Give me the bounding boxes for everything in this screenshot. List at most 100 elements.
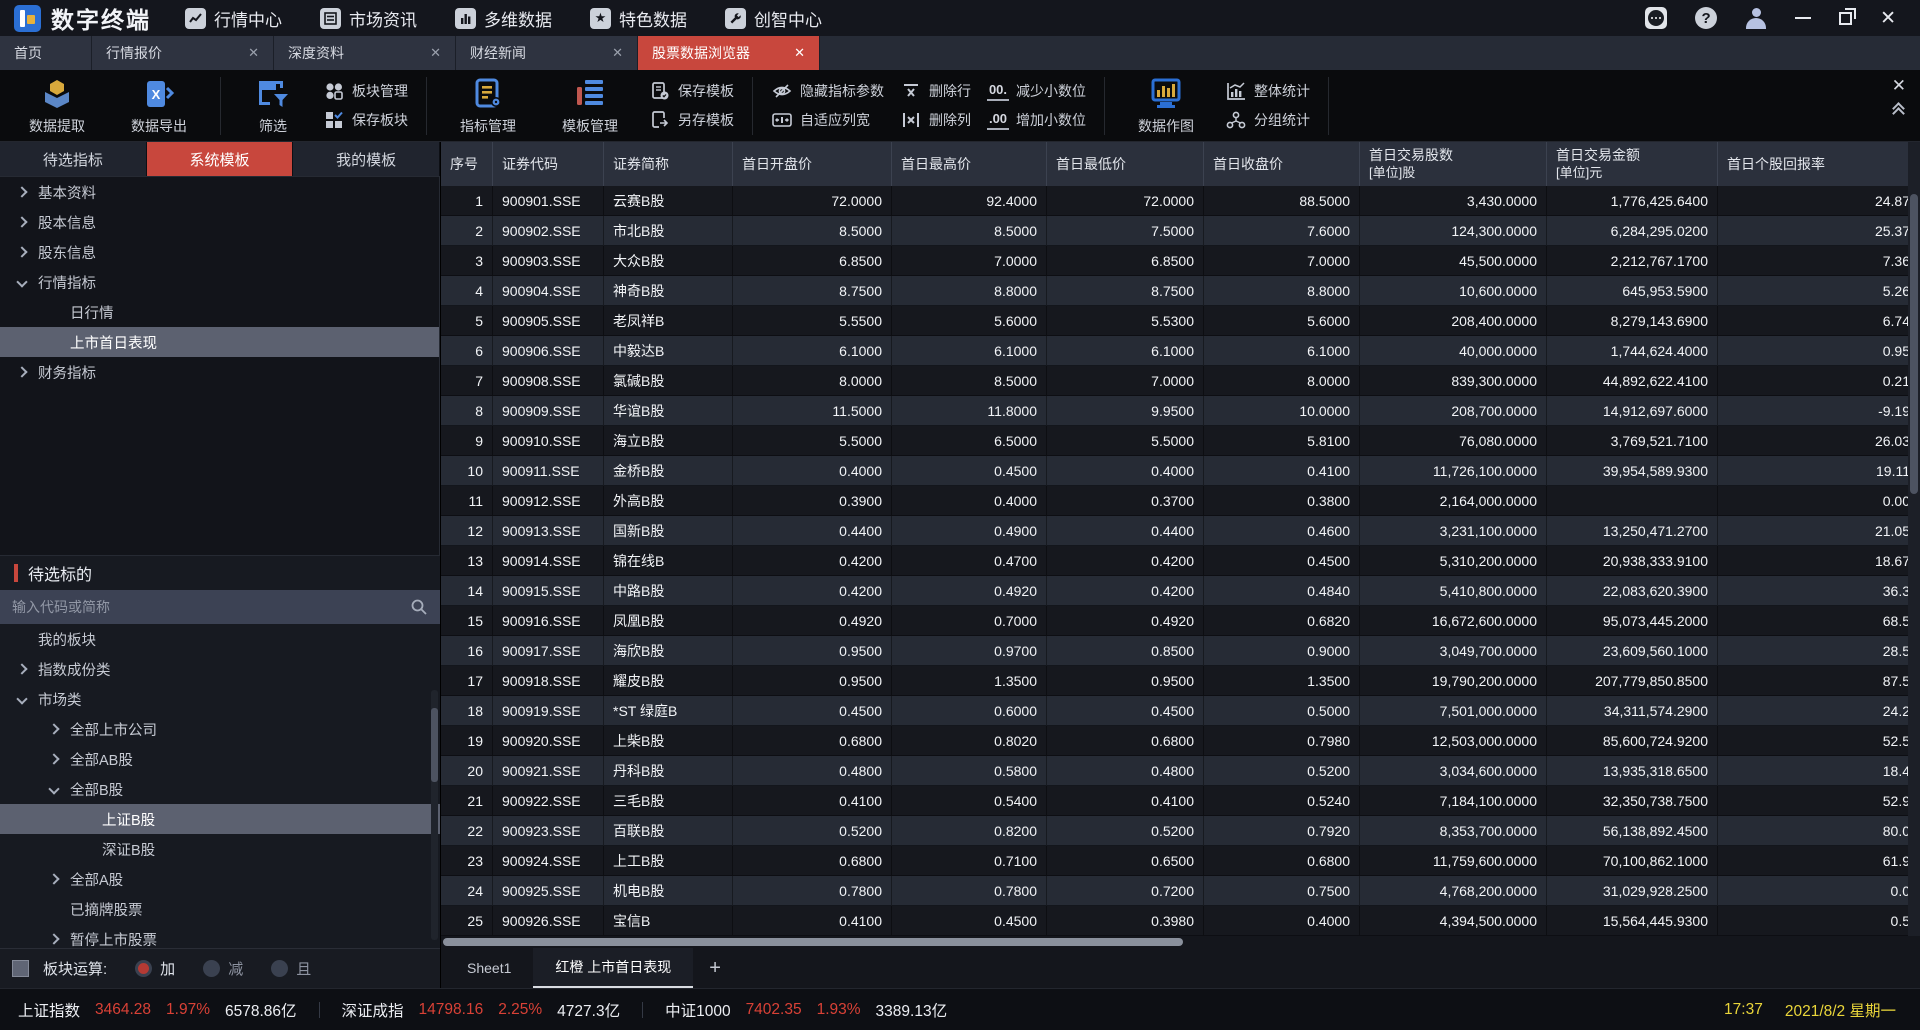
- sheet-tab-1[interactable]: 红橙 上市首日表现: [533, 948, 693, 988]
- sidebar-scrollbar[interactable]: [431, 690, 438, 940]
- minimize-button[interactable]: [1795, 17, 1811, 19]
- table-row[interactable]: 5900905.SSE老凤祥B5.55005.60005.53005.60002…: [441, 306, 1920, 336]
- table-row[interactable]: 11900912.SSE外高B股0.39000.40000.37000.3800…: [441, 486, 1920, 516]
- column-header-3[interactable]: 首日开盘价: [733, 142, 892, 186]
- delete-row-button[interactable]: 删除行: [900, 81, 971, 101]
- table-row[interactable]: 18900919.SSE*ST 绿庭B0.45000.60000.45000.5…: [441, 696, 1920, 726]
- table-row[interactable]: 6900906.SSE中毅达B6.10006.10006.10006.10004…: [441, 336, 1920, 366]
- target-tree-item-2[interactable]: 市场类: [0, 684, 440, 714]
- column-header-9[interactable]: 首日个股回报率: [1718, 142, 1920, 186]
- table-row[interactable]: 23900924.SSE上工B股0.68000.71000.65000.6800…: [441, 846, 1920, 876]
- target-tree-item-3[interactable]: 全部上市公司: [0, 714, 440, 744]
- overall-stats-button[interactable]: 整体统计: [1225, 81, 1310, 101]
- column-header-0[interactable]: 序号: [441, 142, 493, 186]
- table-row[interactable]: 14900915.SSE中路B股0.42000.49200.42000.4840…: [441, 576, 1920, 606]
- vertical-scrollbar[interactable]: [1908, 142, 1920, 936]
- target-tree-item-8[interactable]: 全部A股: [0, 864, 440, 894]
- toolbar-close-icon[interactable]: ✕: [1892, 76, 1906, 96]
- template-manage-button[interactable]: 模板管理: [539, 76, 641, 136]
- column-header-8[interactable]: 首日交易金额[单位]元: [1547, 142, 1718, 186]
- data-chart-button[interactable]: 数据作图: [1115, 76, 1217, 136]
- table-row[interactable]: 4900904.SSE神奇B股8.75008.80008.75008.80001…: [441, 276, 1920, 306]
- indicator-tree-item-2[interactable]: 股东信息: [0, 237, 439, 267]
- tab-close-icon[interactable]: ✕: [430, 45, 441, 61]
- decrease-decimal-button[interactable]: 00. 减少小数位: [987, 81, 1086, 101]
- table-row[interactable]: 22900923.SSE百联B股0.52000.82000.52000.7920…: [441, 816, 1920, 846]
- column-header-5[interactable]: 首日最低价: [1047, 142, 1204, 186]
- indicator-manage-button[interactable]: 指标管理: [437, 76, 539, 136]
- block-manage-button[interactable]: 板块管理: [323, 81, 408, 101]
- target-tree-item-6[interactable]: 上证B股: [0, 804, 440, 834]
- data-export-button[interactable]: X 数据导出: [108, 76, 210, 136]
- autofit-col-button[interactable]: 自适应列宽: [771, 110, 884, 130]
- table-row[interactable]: 8900909.SSE华谊B股11.500011.80009.950010.00…: [441, 396, 1920, 426]
- table-row[interactable]: 19900920.SSE上柴B股0.68000.80200.68000.7980…: [441, 726, 1920, 756]
- restore-button[interactable]: [1839, 12, 1852, 25]
- sidebar-tab-2[interactable]: 我的模板: [293, 142, 440, 176]
- table-row[interactable]: 3900903.SSE大众B股6.85007.00006.85007.00004…: [441, 246, 1920, 276]
- target-tree-item-1[interactable]: 指数成份类: [0, 654, 440, 684]
- sidebar-tab-0[interactable]: 待选指标: [0, 142, 147, 176]
- column-header-6[interactable]: 首日收盘价: [1204, 142, 1360, 186]
- radio-subtract[interactable]: 减: [203, 958, 243, 979]
- delete-col-button[interactable]: 删除列: [900, 110, 971, 130]
- table-row[interactable]: 9900910.SSE海立B股5.50006.50005.50005.81007…: [441, 426, 1920, 456]
- table-row[interactable]: 2900902.SSE市北B股8.50008.50007.50007.60001…: [441, 216, 1920, 246]
- table-row[interactable]: 21900922.SSE三毛B股0.41000.54000.41000.5240…: [441, 786, 1920, 816]
- block-save-button[interactable]: 保存板块: [323, 110, 408, 130]
- increase-decimal-button[interactable]: .00 增加小数位: [987, 110, 1086, 130]
- target-tree-item-4[interactable]: 全部AB股: [0, 744, 440, 774]
- block-ops-checkbox[interactable]: [12, 960, 29, 977]
- page-tab-0[interactable]: 首页: [0, 36, 92, 70]
- table-row[interactable]: 7900908.SSE氯碱B股8.00008.50007.00008.00008…: [441, 366, 1920, 396]
- target-tree-item-0[interactable]: 我的板块: [0, 624, 440, 654]
- message-icon[interactable]: [1645, 7, 1667, 29]
- table-row[interactable]: 17900918.SSE耀皮B股0.95001.35000.95001.3500…: [441, 666, 1920, 696]
- table-row[interactable]: 16900917.SSE海欣B股0.95000.97000.85000.9000…: [441, 636, 1920, 666]
- data-extract-button[interactable]: 数据提取: [6, 76, 108, 136]
- indicator-tree-item-3[interactable]: 行情指标: [0, 267, 439, 297]
- sheet-tab-0[interactable]: Sheet1: [445, 948, 533, 988]
- template-save-as-button[interactable]: 另存模板: [649, 110, 734, 130]
- target-tree-item-10[interactable]: 暂停上市股票: [0, 924, 440, 948]
- menu-featured-data[interactable]: ★ 特色数据: [590, 6, 687, 31]
- column-header-7[interactable]: 首日交易股数[单位]股: [1360, 142, 1547, 186]
- indicator-tree-item-4[interactable]: 日行情: [0, 297, 439, 327]
- table-row[interactable]: 13900914.SSE锦在线B0.42000.47000.42000.4500…: [441, 546, 1920, 576]
- tab-close-icon[interactable]: ✕: [248, 45, 259, 61]
- column-header-1[interactable]: 证券代码: [493, 142, 604, 186]
- template-save-button[interactable]: 保存模板: [649, 81, 734, 101]
- menu-market-news[interactable]: 市场资讯: [320, 6, 417, 31]
- tab-close-icon[interactable]: ✕: [612, 45, 623, 61]
- table-row[interactable]: 12900913.SSE国新B股0.44000.49000.44000.4600…: [441, 516, 1920, 546]
- hide-params-button[interactable]: 隐藏指标参数: [771, 81, 884, 101]
- page-tab-4[interactable]: 股票数据浏览器✕: [638, 36, 820, 70]
- sidebar-tab-1[interactable]: 系统模板: [147, 142, 294, 176]
- horizontal-scrollbar[interactable]: [441, 936, 1920, 948]
- indicator-tree-item-1[interactable]: 股本信息: [0, 207, 439, 237]
- group-stats-button[interactable]: 分组统计: [1225, 110, 1310, 130]
- table-row[interactable]: 20900921.SSE丹科B股0.48000.58000.48000.5200…: [441, 756, 1920, 786]
- tab-close-icon[interactable]: ✕: [794, 45, 805, 61]
- collapse-toolbar-icon[interactable]: [1894, 104, 1903, 114]
- table-row[interactable]: 10900911.SSE金桥B股0.40000.45000.40000.4100…: [441, 456, 1920, 486]
- indicator-tree-item-5[interactable]: 上市首日表现: [0, 327, 439, 357]
- page-tab-2[interactable]: 深度资料✕: [274, 36, 456, 70]
- menu-quote-center[interactable]: 行情中心: [185, 6, 282, 31]
- indicator-tree-item-6[interactable]: 财务指标: [0, 357, 439, 387]
- page-tab-3[interactable]: 财经新闻✕: [456, 36, 638, 70]
- target-tree-item-7[interactable]: 深证B股: [0, 834, 440, 864]
- menu-multidim-data[interactable]: 多维数据: [455, 6, 552, 31]
- close-button[interactable]: ✕: [1880, 7, 1896, 30]
- indicator-tree-item-0[interactable]: 基本资料: [0, 177, 439, 207]
- search-icon[interactable]: [410, 598, 428, 616]
- target-tree-item-5[interactable]: 全部B股: [0, 774, 440, 804]
- radio-add[interactable]: 加: [135, 958, 175, 979]
- search-input[interactable]: [12, 599, 410, 615]
- table-row[interactable]: 25900926.SSE宝信B0.41000.45000.39800.40004…: [441, 906, 1920, 936]
- user-icon[interactable]: [1745, 7, 1767, 29]
- filter-button[interactable]: 筛选: [231, 76, 315, 136]
- target-tree-item-9[interactable]: 已摘牌股票: [0, 894, 440, 924]
- page-tab-1[interactable]: 行情报价✕: [92, 36, 274, 70]
- add-sheet-button[interactable]: +: [693, 957, 737, 980]
